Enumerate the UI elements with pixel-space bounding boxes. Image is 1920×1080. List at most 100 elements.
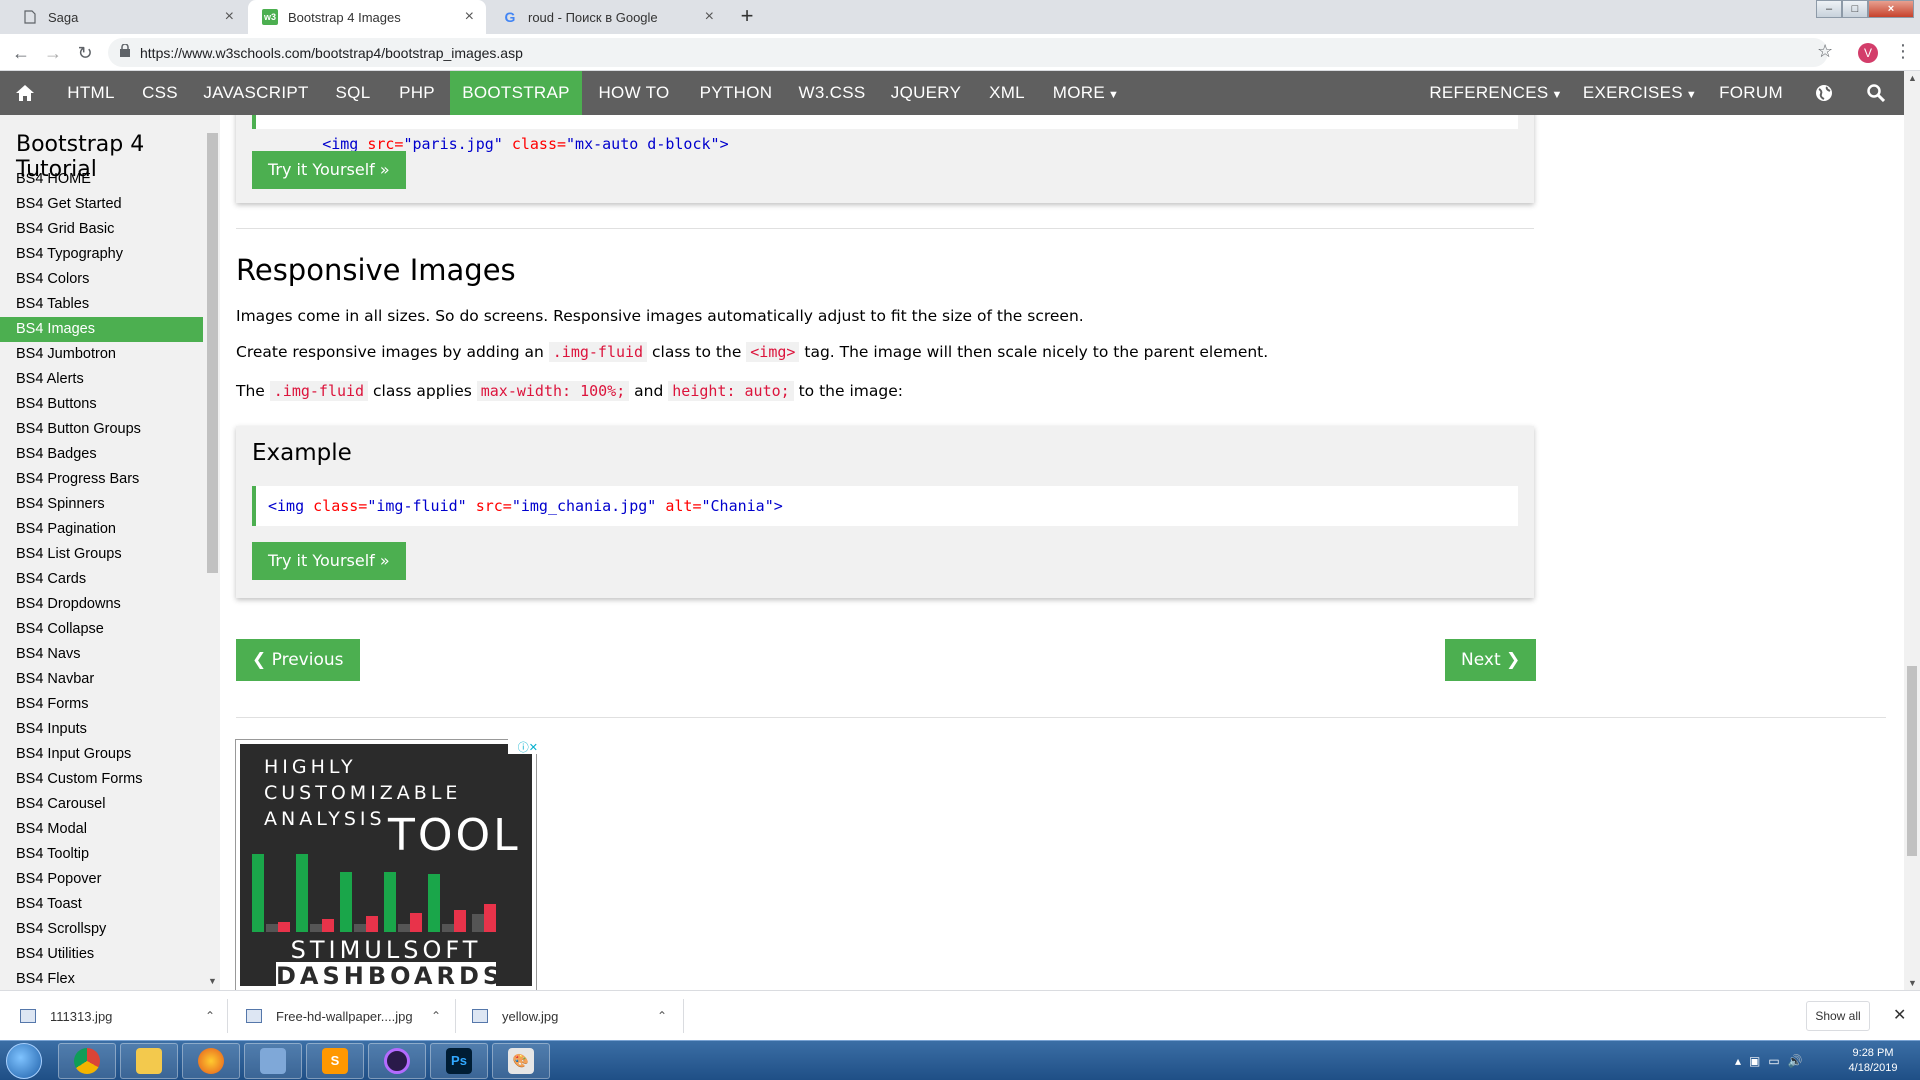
download-item[interactable]: yellow.jpg ⌃ bbox=[472, 991, 667, 1041]
scroll-down-arrow-icon[interactable]: ▼ bbox=[1908, 978, 1917, 988]
sidebar-item[interactable]: BS4 Tooltip bbox=[0, 842, 203, 867]
sidebar-item[interactable]: BS4 Utilities bbox=[0, 942, 203, 967]
globe-icon[interactable] bbox=[1806, 71, 1842, 115]
sidebar-item[interactable]: BS4 Grid Basic bbox=[0, 217, 203, 242]
sidebar-item[interactable]: BS4 Navs bbox=[0, 642, 203, 667]
taskbar-chrome[interactable] bbox=[58, 1043, 116, 1079]
show-all-button[interactable]: Show all bbox=[1806, 1001, 1870, 1031]
sidebar-scroll-thumb[interactable] bbox=[207, 133, 218, 573]
try-it-yourself-button[interactable]: Try it Yourself » bbox=[252, 151, 406, 189]
sidebar-item[interactable]: BS4 Alerts bbox=[0, 367, 203, 392]
close-tab-icon[interactable]: × bbox=[705, 8, 714, 26]
network-icon[interactable]: ▣ bbox=[1749, 1054, 1760, 1068]
next-button[interactable]: Next ❯ bbox=[1445, 639, 1537, 681]
sidebar-item[interactable]: BS4 Progress Bars bbox=[0, 467, 203, 492]
bookmark-star-icon[interactable]: ☆ bbox=[1817, 41, 1833, 62]
nav-php[interactable]: PHP bbox=[390, 71, 444, 115]
sidebar-item[interactable]: BS4 Images bbox=[0, 317, 203, 342]
sidebar-item[interactable]: BS4 Cards bbox=[0, 567, 203, 592]
nav-more[interactable]: MORE ▼ bbox=[1048, 71, 1124, 115]
sidebar-item[interactable]: BS4 Get Started bbox=[0, 192, 203, 217]
taskbar-photoshop[interactable]: Ps bbox=[430, 1043, 488, 1079]
chevron-up-icon[interactable]: ⌃ bbox=[657, 1009, 667, 1023]
scroll-up-arrow-icon[interactable]: ▲ bbox=[1908, 73, 1917, 83]
nav-xml[interactable]: XML bbox=[980, 71, 1034, 115]
sidebar-item[interactable]: BS4 Button Groups bbox=[0, 417, 203, 442]
tab-saga[interactable]: Saga × bbox=[8, 0, 246, 34]
sidebar-item[interactable]: BS4 Carousel bbox=[0, 792, 203, 817]
sidebar-item[interactable]: BS4 Scrollspy bbox=[0, 917, 203, 942]
nav-references[interactable]: REFERENCES ▼ bbox=[1426, 71, 1566, 115]
sidebar-item[interactable]: BS4 Pagination bbox=[0, 517, 203, 542]
nav-html[interactable]: HTML bbox=[56, 71, 126, 115]
tray-expand-icon[interactable]: ▴ bbox=[1735, 1054, 1741, 1068]
menu-dots-icon[interactable]: ⋮ bbox=[1894, 41, 1912, 62]
forward-arrow-icon[interactable]: → bbox=[42, 42, 64, 64]
omnibox[interactable]: https://www.w3schools.com/bootstrap4/boo… bbox=[108, 38, 1828, 67]
sidebar-item[interactable]: BS4 Navbar bbox=[0, 667, 203, 692]
taskbar-sublime[interactable]: S bbox=[306, 1043, 364, 1079]
download-item[interactable]: Free-hd-wallpaper....jpg ⌃ bbox=[246, 991, 441, 1041]
nav-sql[interactable]: SQL bbox=[326, 71, 380, 115]
sidebar-item[interactable]: BS4 Inputs bbox=[0, 717, 203, 742]
close-tab-icon[interactable]: × bbox=[225, 8, 234, 26]
back-arrow-icon[interactable]: ← bbox=[10, 42, 32, 64]
sidebar-item[interactable]: BS4 Forms bbox=[0, 692, 203, 717]
sidebar-item[interactable]: BS4 Colors bbox=[0, 267, 203, 292]
previous-button[interactable]: ❮ Previous bbox=[236, 639, 360, 681]
nav-forum[interactable]: FORUM bbox=[1712, 71, 1790, 115]
clock[interactable]: 9:28 PM 4/18/2019 bbox=[1838, 1046, 1908, 1076]
close-window-button[interactable]: × bbox=[1868, 0, 1914, 18]
new-tab-button[interactable]: + bbox=[735, 5, 759, 29]
taskbar-recorder[interactable] bbox=[368, 1043, 426, 1079]
minimize-button[interactable]: – bbox=[1816, 0, 1842, 18]
reload-icon[interactable]: ↻ bbox=[74, 42, 96, 64]
sidebar-item[interactable]: BS4 Input Groups bbox=[0, 742, 203, 767]
page-scrollbar[interactable]: ▲ ▼ bbox=[1904, 71, 1920, 990]
close-icon[interactable]: ✕ bbox=[1893, 1005, 1906, 1025]
sidebar-item[interactable]: BS4 HOME bbox=[0, 167, 203, 192]
chevron-up-icon[interactable]: ⌃ bbox=[205, 1009, 215, 1023]
advertisement[interactable]: HIGHLY CUSTOMIZABLE ANALYSIS TOOL STIMUL… bbox=[235, 739, 537, 990]
maximize-button[interactable]: □ bbox=[1842, 0, 1868, 18]
sidebar-item[interactable]: BS4 Typography bbox=[0, 242, 203, 267]
nav-python[interactable]: PYTHON bbox=[690, 71, 782, 115]
page-scroll-thumb[interactable] bbox=[1907, 666, 1917, 856]
taskbar-remote-desktop[interactable] bbox=[244, 1043, 302, 1079]
nav-bootstrap[interactable]: BOOTSTRAP bbox=[450, 71, 582, 115]
ad-choices-icon[interactable]: ⓘ✕ bbox=[508, 739, 538, 754]
download-item[interactable]: 111313.jpg ⌃ bbox=[20, 991, 215, 1041]
volume-icon[interactable]: 🔊 bbox=[1788, 1054, 1803, 1068]
sidebar-item[interactable]: BS4 Popover bbox=[0, 867, 203, 892]
nav-jquery[interactable]: JQUERY bbox=[886, 71, 966, 115]
sidebar-item[interactable]: BS4 Spinners bbox=[0, 492, 203, 517]
sidebar-item[interactable]: BS4 Tables bbox=[0, 292, 203, 317]
sidebar-item[interactable]: BS4 Toast bbox=[0, 892, 203, 917]
taskbar-explorer[interactable] bbox=[120, 1043, 178, 1079]
sidebar-item[interactable]: BS4 Custom Forms bbox=[0, 767, 203, 792]
nav-w3css[interactable]: W3.CSS bbox=[792, 71, 872, 115]
power-icon[interactable]: ▭ bbox=[1768, 1054, 1779, 1068]
tab-google-search[interactable]: G roud - Поиск в Google × bbox=[488, 0, 726, 34]
scroll-down-arrow-icon[interactable]: ▼ bbox=[208, 976, 217, 986]
nav-exercises[interactable]: EXERCISES ▼ bbox=[1580, 71, 1700, 115]
sidebar-item[interactable]: BS4 Modal bbox=[0, 817, 203, 842]
taskbar-firefox[interactable] bbox=[182, 1043, 240, 1079]
home-icon[interactable] bbox=[0, 71, 50, 115]
sidebar-item[interactable]: BS4 List Groups bbox=[0, 542, 203, 567]
sidebar-item[interactable]: BS4 Badges bbox=[0, 442, 203, 467]
sidebar-item[interactable]: BS4 Jumbotron bbox=[0, 342, 203, 367]
taskbar-paint[interactable]: 🎨 bbox=[492, 1043, 550, 1079]
sidebar-scrollbar[interactable]: ▼ bbox=[205, 115, 220, 990]
nav-how-to[interactable]: HOW TO bbox=[588, 71, 680, 115]
sidebar-item[interactable]: BS4 Collapse bbox=[0, 617, 203, 642]
sidebar-item[interactable]: BS4 Buttons bbox=[0, 392, 203, 417]
sidebar-item[interactable]: BS4 Flex bbox=[0, 967, 203, 990]
chevron-up-icon[interactable]: ⌃ bbox=[431, 1009, 441, 1023]
nav-css[interactable]: CSS bbox=[134, 71, 186, 115]
start-button[interactable] bbox=[6, 1043, 42, 1079]
sidebar-item[interactable]: BS4 Dropdowns bbox=[0, 592, 203, 617]
try-it-yourself-button[interactable]: Try it Yourself » bbox=[252, 542, 406, 580]
tab-bootstrap-images[interactable]: w3 Bootstrap 4 Images × bbox=[248, 0, 486, 34]
search-icon[interactable] bbox=[1856, 71, 1896, 115]
